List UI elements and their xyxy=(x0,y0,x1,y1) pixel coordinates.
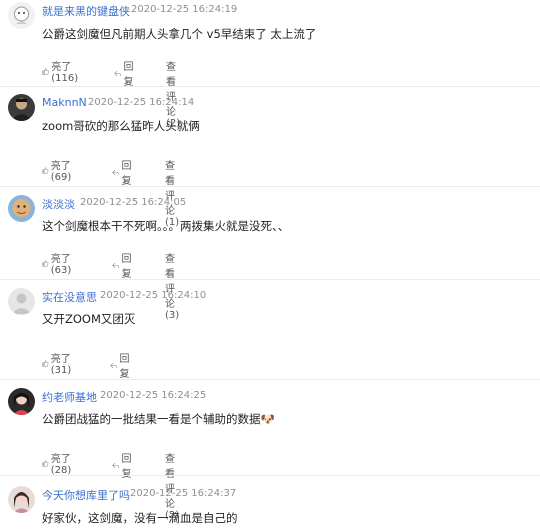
reply-icon xyxy=(112,262,120,268)
user-avatar[interactable] xyxy=(8,486,35,513)
comment-timestamp: 2020-12-25 16:24:05 xyxy=(80,197,187,208)
like-count-label: 亮了(116) xyxy=(51,62,79,84)
like-button[interactable]: 亮了(69) xyxy=(42,157,76,183)
reply-icon xyxy=(110,362,118,368)
comment-text: 好家伙，这剑魔，没有一滴血是自己的 xyxy=(42,511,238,525)
thumbs-up-icon xyxy=(42,259,49,267)
view-replies-link[interactable]: 查看评论(3) xyxy=(165,250,179,321)
like-button[interactable]: 亮了(63) xyxy=(42,250,76,276)
user-avatar[interactable] xyxy=(8,195,35,222)
thumbs-up-icon xyxy=(42,67,49,75)
comment-timestamp: 2020-12-25 16:24:14 xyxy=(88,97,195,108)
reply-icon xyxy=(112,169,120,175)
username-link[interactable]: 实在没意思 xyxy=(42,289,97,305)
divider xyxy=(0,86,540,87)
like-count-label: 亮了(69) xyxy=(50,161,72,183)
thumbs-up-icon xyxy=(42,166,49,174)
username-link[interactable]: MaknnN xyxy=(42,96,87,109)
reply-label: 回复 xyxy=(121,254,132,280)
reply-icon xyxy=(114,70,122,76)
comment-text: 公爵这剑魔但凡前期人头拿几个 v5早结束了 太上流了 xyxy=(42,27,317,41)
comment-text: zoom哥砍的那么猛昨人头就俩 xyxy=(42,119,200,133)
reply-button[interactable]: 回复 xyxy=(114,58,137,88)
username-link[interactable]: 就是来黑的键盘侠 xyxy=(42,3,130,19)
comment-timestamp: 2020-12-25 16:24:25 xyxy=(100,390,207,401)
reply-button[interactable]: 回复 xyxy=(112,250,135,280)
username-link[interactable]: 今天你想库里了吗 xyxy=(42,487,130,503)
username-link[interactable]: 约老师基地 xyxy=(42,389,97,405)
comment-list: 就是来黑的键盘侠 2020-12-25 16:24:19 公爵这剑魔但凡前期人头… xyxy=(0,0,540,529)
like-count-label: 亮了(31) xyxy=(50,354,72,376)
divider xyxy=(0,186,540,187)
divider xyxy=(0,475,540,476)
reply-label: 回复 xyxy=(123,62,134,88)
like-count-label: 亮了(63) xyxy=(50,254,72,276)
comment-text: 又开ZOOM又团灭 xyxy=(42,312,136,326)
view-replies-label: 查看评论(3) xyxy=(165,254,180,321)
like-button[interactable]: 亮了(116) xyxy=(42,58,82,84)
thumbs-up-icon xyxy=(42,359,49,367)
like-count-label: 亮了(28) xyxy=(50,454,72,476)
divider xyxy=(0,379,540,380)
comment-timestamp: 2020-12-25 16:24:19 xyxy=(131,4,238,15)
comment-timestamp: 2020-12-25 16:24:37 xyxy=(130,488,237,499)
user-avatar[interactable] xyxy=(8,94,35,121)
reply-icon xyxy=(112,462,120,468)
comment-text: 公爵团战猛的一批结果一看是个辅助的数据🐶 xyxy=(42,412,275,426)
user-avatar[interactable] xyxy=(8,388,35,415)
thumbs-up-icon xyxy=(42,459,49,467)
reply-label: 回复 xyxy=(121,161,132,187)
user-avatar[interactable] xyxy=(8,2,35,29)
username-link[interactable]: 淡淡淡 xyxy=(42,196,75,212)
reply-label: 回复 xyxy=(119,354,130,380)
divider xyxy=(0,279,540,280)
reply-button[interactable]: 回复 xyxy=(112,157,135,187)
reply-button[interactable]: 回复 xyxy=(110,350,133,380)
like-button[interactable]: 亮了(28) xyxy=(42,450,76,476)
comment-text: 这个剑魔根本干不死啊。。。两拨集火就是没死、、 xyxy=(42,219,290,233)
like-button[interactable]: 亮了(31) xyxy=(42,350,76,376)
user-avatar[interactable] xyxy=(8,288,35,315)
comment-timestamp: 2020-12-25 16:24:10 xyxy=(100,290,207,301)
